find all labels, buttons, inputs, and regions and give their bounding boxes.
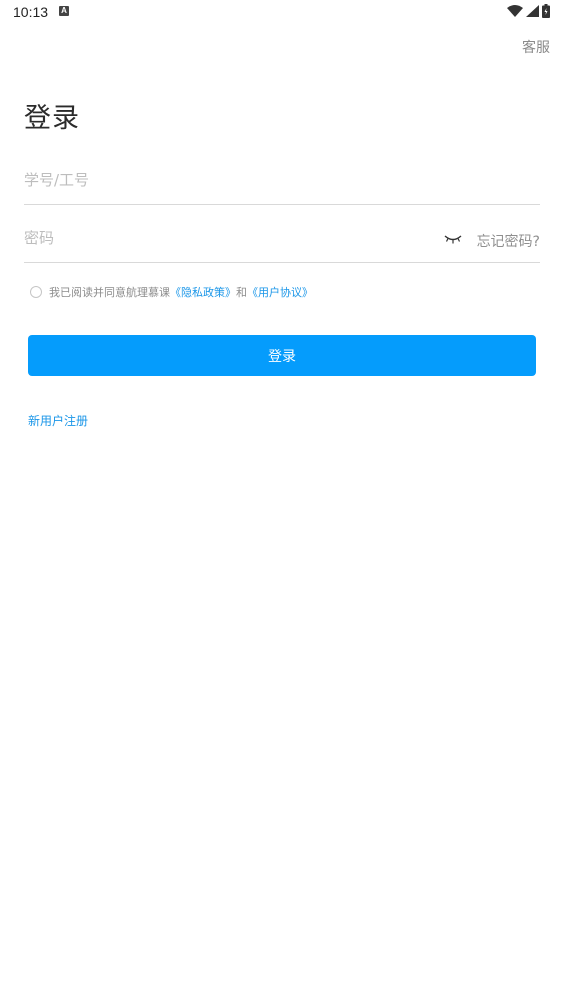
page-title: 登录 — [24, 103, 80, 134]
register-link[interactable]: 新用户注册 — [28, 412, 88, 429]
wifi-icon — [507, 5, 523, 17]
password-field: 忘记密码? — [24, 212, 540, 263]
user-agreement-link[interactable]: 《用户协议》 — [247, 284, 313, 300]
agreement-conjunction: 和 — [236, 286, 247, 299]
agreement-prefix: 我已阅读并同意航理慕课 — [49, 286, 170, 299]
status-icons — [507, 4, 550, 18]
a-badge-icon: A — [59, 6, 69, 16]
status-bar: 10:13 A — [0, 0, 564, 24]
privacy-policy-link[interactable]: 《隐私政策》 — [170, 284, 236, 300]
eye-closed-icon[interactable] — [444, 232, 462, 246]
status-time: 10:13 — [13, 4, 49, 20]
login-button[interactable]: 登录 — [28, 335, 536, 376]
battery-icon — [542, 4, 550, 18]
agreement-checkbox[interactable] — [30, 286, 42, 298]
password-input[interactable] — [24, 224, 424, 252]
signal-icon — [526, 5, 539, 17]
login-screen: 10:13 A 客服 登录 忘 — [0, 0, 564, 1004]
customer-service-link[interactable]: 客服 — [522, 37, 550, 57]
account-field — [24, 154, 540, 205]
forgot-password-link[interactable]: 忘记密码? — [477, 231, 540, 251]
account-input[interactable] — [24, 166, 424, 194]
agreement-row: 我已阅读并同意航理慕课 《隐私政策》 和 《用户协议》 — [30, 284, 313, 300]
